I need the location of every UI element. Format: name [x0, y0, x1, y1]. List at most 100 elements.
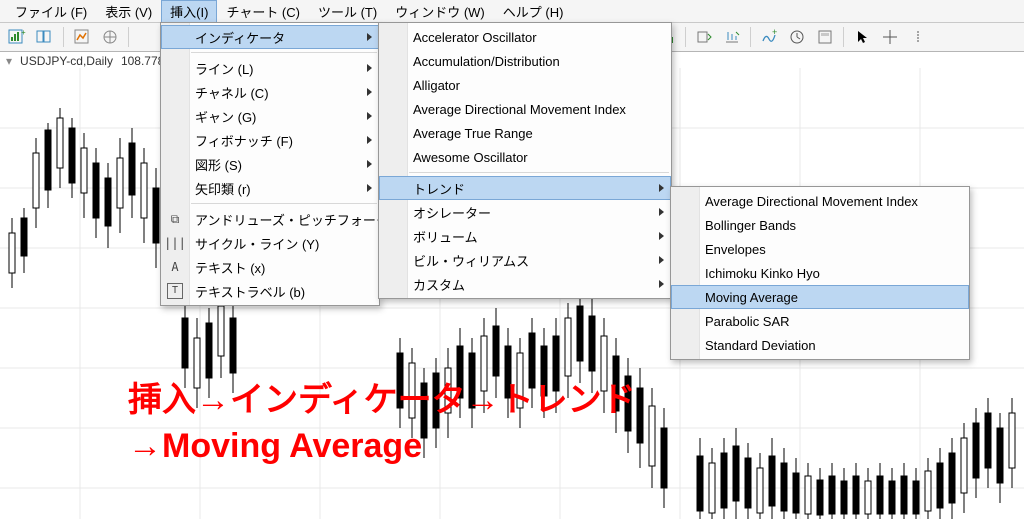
toolbar-sep — [63, 27, 64, 47]
menu-shape[interactable]: 図形 (S) — [161, 152, 379, 176]
menu-fibo[interactable]: フィボナッチ (F) — [161, 128, 379, 152]
menu-custom[interactable]: カスタム — [379, 272, 671, 296]
vline-button[interactable] — [905, 25, 931, 49]
arrow-right-icon — [659, 208, 664, 216]
menu-indicator-label: インディケータ — [195, 28, 285, 47]
menu-line[interactable]: ライン (L) — [161, 56, 379, 80]
menu-trend-ikh[interactable]: Ichimoku Kinko Hyo — [671, 261, 969, 285]
toolbar-sep — [685, 27, 686, 47]
arrow-right-icon — [367, 88, 372, 96]
new-chart-button[interactable]: + — [4, 25, 30, 49]
auto-scroll-button[interactable] — [719, 25, 745, 49]
cursor-button[interactable] — [849, 25, 875, 49]
navigator-button[interactable] — [97, 25, 123, 49]
menu-sep — [409, 172, 669, 173]
menu-chart[interactable]: チャート (C) — [217, 0, 309, 23]
annotation-text: 挿入→インディケータ→トレンド →Moving Average — [128, 378, 636, 470]
menu-trend-env-label: Envelopes — [705, 242, 766, 257]
menu-admi[interactable]: Average Directional Movement Index — [379, 97, 671, 121]
menu-arrow[interactable]: 矢印類 (r) — [161, 176, 379, 200]
menu-awesome-label: Awesome Oscillator — [413, 150, 528, 165]
menu-text[interactable]: A テキスト (x) — [161, 255, 379, 279]
menu-gann-label: ギャン (G) — [195, 107, 256, 126]
menu-accel-label: Accelerator Oscillator — [413, 30, 537, 45]
arrow-right-icon — [367, 112, 372, 120]
menu-accel[interactable]: Accelerator Oscillator — [379, 25, 671, 49]
menu-trend-bb[interactable]: Bollinger Bands — [671, 213, 969, 237]
menu-trend-admi[interactable]: Average Directional Movement Index — [671, 189, 969, 213]
text-icon: A — [167, 259, 183, 275]
menu-billw-label: ビル・ウィリアムス — [413, 251, 529, 270]
menu-view[interactable]: 表示 (V) — [96, 0, 161, 23]
menu-volume[interactable]: ボリューム — [379, 224, 671, 248]
menu-trend[interactable]: トレンド — [379, 176, 671, 200]
menu-trend-sd-label: Standard Deviation — [705, 338, 816, 353]
shift-end-button[interactable] — [691, 25, 717, 49]
insert-menu: インディケータ ライン (L) チャネル (C) ギャン (G) フィボナッチ … — [160, 22, 380, 306]
menu-text-label: テキスト (x) — [195, 258, 265, 277]
toolbar-sep — [128, 27, 129, 47]
menu-shape-label: 図形 (S) — [195, 155, 242, 174]
menu-textlabel[interactable]: Tテキストラベル (b) — [161, 279, 379, 303]
menu-accdist-label: Accumulation/Distribution — [413, 54, 560, 69]
symbol-label: USDJPY-cd,Daily — [20, 54, 113, 68]
menu-sep — [191, 52, 377, 53]
toolbar-sep — [750, 27, 751, 47]
periods-button[interactable] — [784, 25, 810, 49]
menu-line-label: ライン (L) — [195, 59, 254, 78]
menubar: ファイル (F) 表示 (V) 挿入(I) チャート (C) ツール (T) ウ… — [0, 0, 1024, 23]
menu-insert[interactable]: 挿入(I) — [161, 0, 217, 23]
menu-oscillator[interactable]: オシレーター — [379, 200, 671, 224]
menu-cycle-label: サイクル・ライン (Y) — [195, 234, 319, 253]
arrow-right-icon — [659, 184, 664, 192]
menu-atr[interactable]: Average True Range — [379, 121, 671, 145]
menu-andrews[interactable]: ⧉アンドリューズ・ピッチフォーク (A) — [161, 207, 379, 231]
arrow-right-icon — [659, 256, 664, 264]
indicator-menu: Accelerator Oscillator Accumulation/Dist… — [378, 22, 672, 299]
menu-arrow-label: 矢印類 (r) — [195, 179, 251, 198]
menu-gann[interactable]: ギャン (G) — [161, 104, 379, 128]
menu-trend-env[interactable]: Envelopes — [671, 237, 969, 261]
menu-awesome[interactable]: Awesome Oscillator — [379, 145, 671, 169]
menu-admi-label: Average Directional Movement Index — [413, 102, 626, 117]
menu-accdist[interactable]: Accumulation/Distribution — [379, 49, 671, 73]
arrow-right-icon — [659, 232, 664, 240]
svg-text:+: + — [772, 29, 777, 37]
text-label-icon: T — [167, 283, 183, 299]
menu-tool[interactable]: ツール (T) — [309, 0, 386, 23]
menu-indicator[interactable]: インディケータ — [161, 25, 379, 49]
menu-window[interactable]: ウィンドウ (W) — [386, 0, 494, 23]
profiles-button[interactable] — [32, 25, 58, 49]
menu-trend-sd[interactable]: Standard Deviation — [671, 333, 969, 357]
arrow-right-icon — [367, 64, 372, 72]
menu-trend-psar[interactable]: Parabolic SAR — [671, 309, 969, 333]
menu-cycle[interactable]: ||| サイクル・ライン (Y) — [161, 231, 379, 255]
menu-trend-ikh-label: Ichimoku Kinko Hyo — [705, 266, 820, 281]
menu-trend-label: トレンド — [413, 179, 465, 198]
menu-volume-label: ボリューム — [413, 227, 478, 246]
menu-channel-label: チャネル (C) — [195, 83, 269, 102]
templates-button[interactable] — [812, 25, 838, 49]
arrow-right-icon — [367, 184, 372, 192]
menu-file[interactable]: ファイル (F) — [6, 0, 96, 23]
annotation-line1: 挿入→インディケータ→トレンド — [128, 378, 636, 424]
menu-moving-average[interactable]: Moving Average — [671, 285, 969, 309]
menu-help[interactable]: ヘルプ (H) — [494, 0, 573, 23]
menu-ma-label: Moving Average — [705, 290, 798, 305]
menu-atr-label: Average True Range — [413, 126, 533, 141]
arrow-right-icon — [659, 280, 664, 288]
toolbar-sep — [843, 27, 844, 47]
arrow-right-icon — [367, 33, 372, 41]
menu-trend-admi-label: Average Directional Movement Index — [705, 194, 918, 209]
pitchfork-icon: ⧉ — [167, 211, 183, 227]
crosshair-button[interactable] — [877, 25, 903, 49]
indicators-button[interactable]: + — [756, 25, 782, 49]
menu-sep — [191, 203, 377, 204]
menu-alligator[interactable]: Alligator — [379, 73, 671, 97]
price-1: 108.778 — [121, 54, 164, 68]
menu-trend-psar-label: Parabolic SAR — [705, 314, 790, 329]
cycle-lines-icon: ||| — [167, 235, 183, 251]
market-watch-button[interactable] — [69, 25, 95, 49]
menu-channel[interactable]: チャネル (C) — [161, 80, 379, 104]
menu-billw[interactable]: ビル・ウィリアムス — [379, 248, 671, 272]
